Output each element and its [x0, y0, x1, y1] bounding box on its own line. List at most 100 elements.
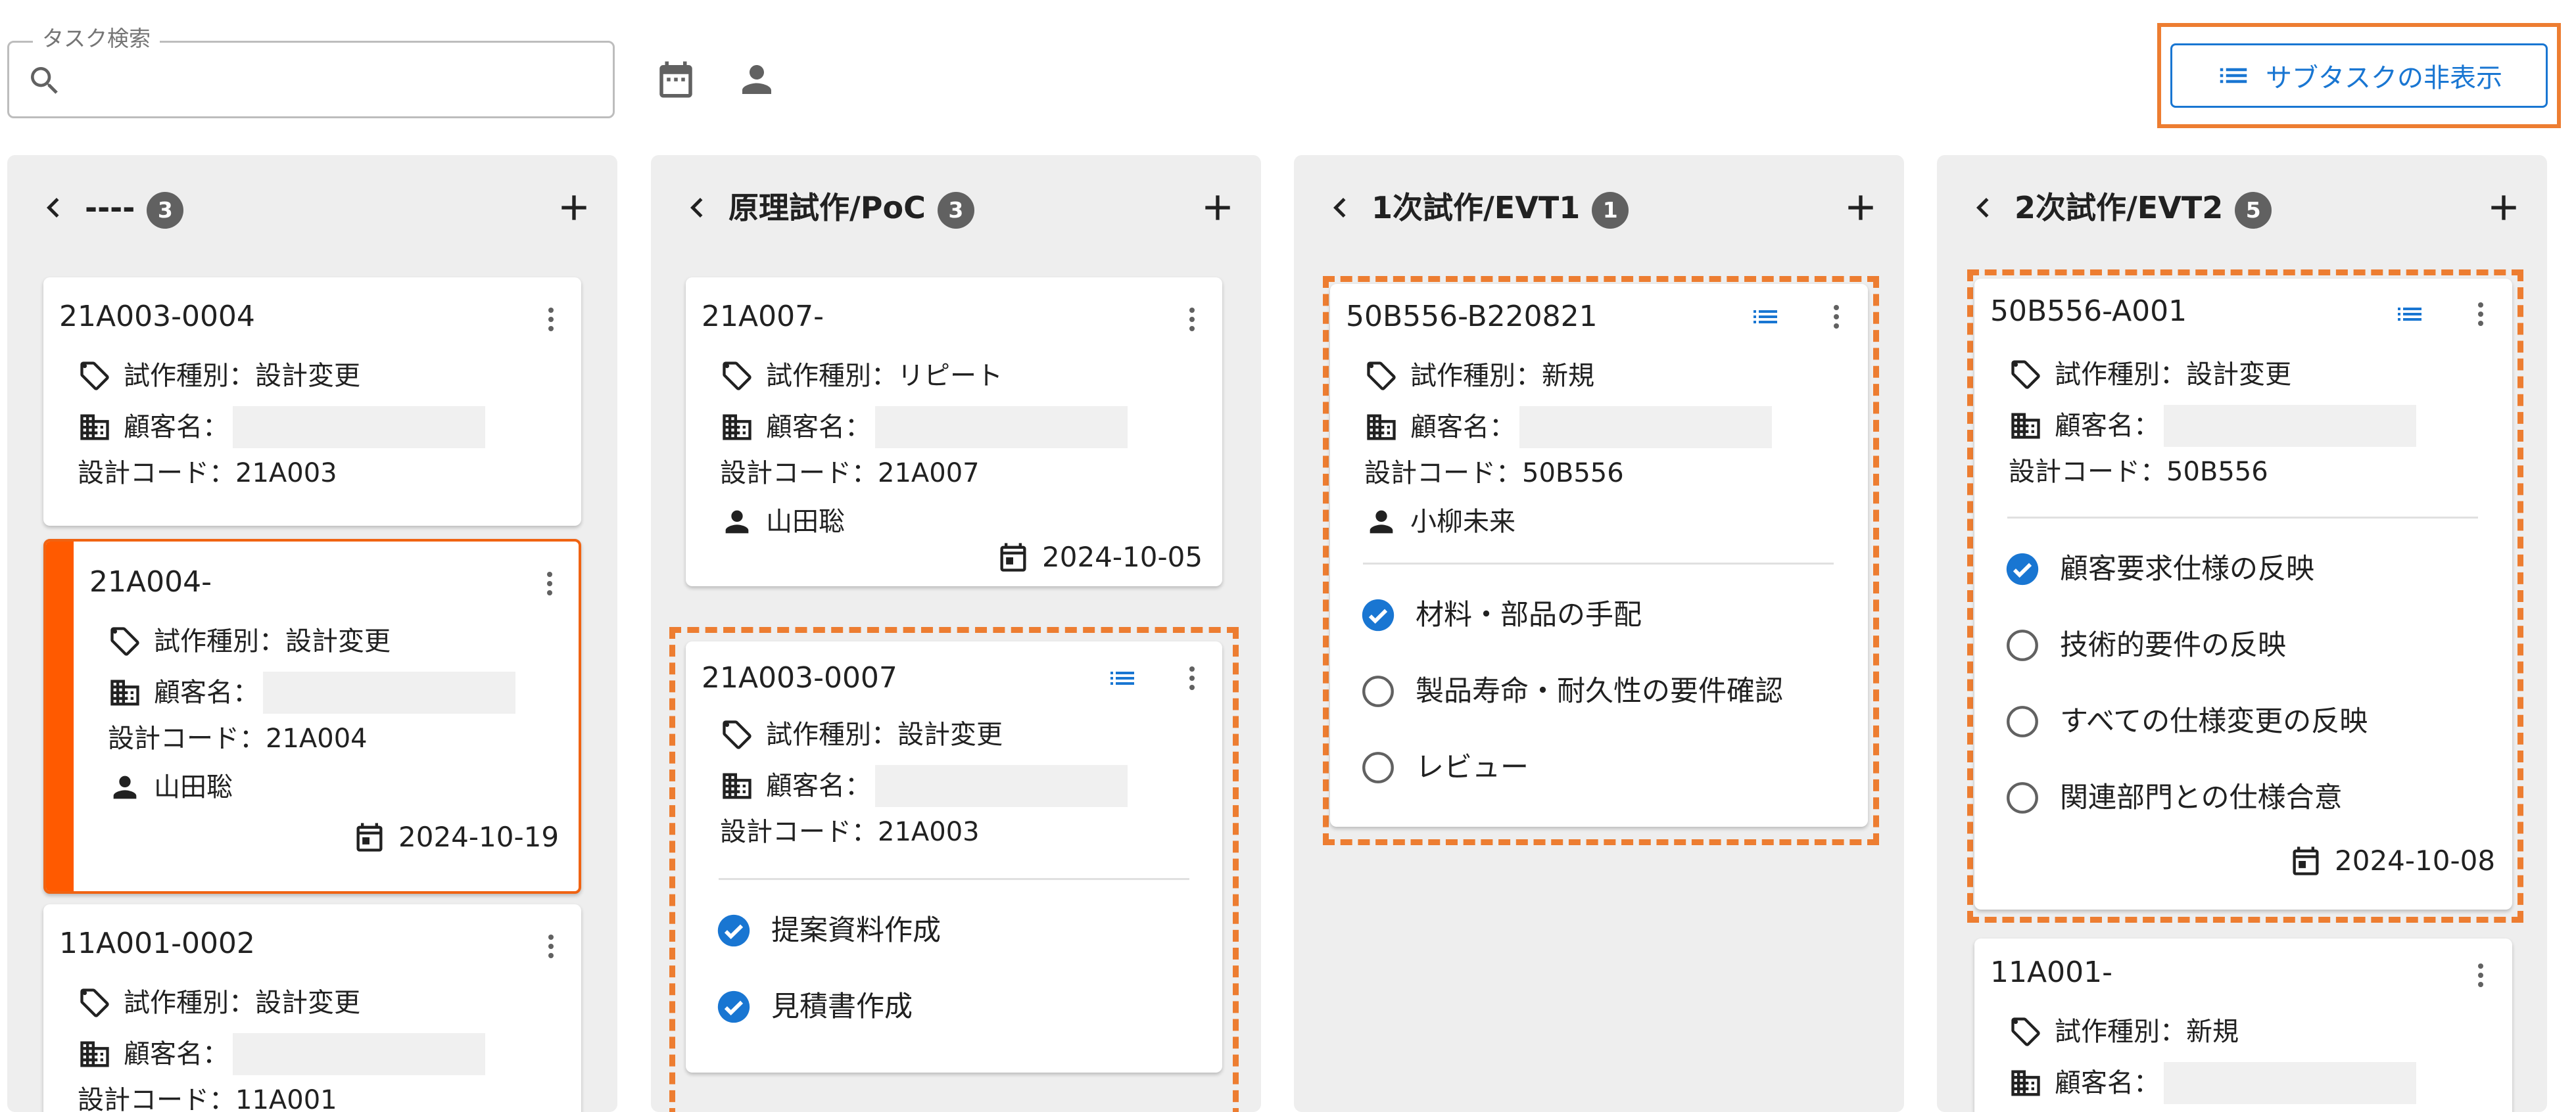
redacted-customer — [2164, 1062, 2416, 1104]
building-icon — [2009, 409, 2043, 443]
more-menu-icon[interactable] — [1176, 304, 1208, 335]
card-type: 試作種別：設計変更 — [124, 988, 360, 1018]
collapse-column-icon[interactable] — [1320, 188, 1360, 227]
subtask-label: 技術的要件の反映 — [2060, 629, 2286, 662]
add-task-icon[interactable] — [2483, 187, 2525, 229]
more-menu-icon[interactable] — [2465, 298, 2496, 330]
more-menu-icon[interactable] — [534, 568, 565, 599]
more-menu-icon[interactable] — [1821, 301, 1852, 333]
card-customer-label: 顧客名： — [124, 412, 229, 442]
calendar-icon[interactable] — [654, 58, 698, 101]
subtask-label: 見積書作成 — [771, 990, 913, 1023]
collapse-column-icon[interactable] — [34, 188, 73, 227]
redacted-customer — [1519, 406, 1772, 448]
task-card[interactable]: 50B556-A001 試作種別：設計変更 顧客名： 設計コード：50B556 … — [1974, 279, 2512, 910]
redacted-customer — [2164, 405, 2416, 447]
hide-subtasks-button[interactable]: サブタスクの非表示 — [2170, 43, 2548, 108]
unchecked-icon[interactable] — [1359, 749, 1397, 787]
card-id: 50B556-B220821 — [1346, 300, 1598, 333]
card-customer-label: 顧客名： — [2055, 411, 2160, 441]
building-icon — [720, 769, 754, 803]
building-icon — [108, 676, 142, 710]
subtask-item[interactable]: 関連部門との仕様合意 — [2003, 778, 2343, 818]
subtask-label: 材料・部品の手配 — [1416, 599, 1642, 632]
collapse-column-icon[interactable] — [677, 188, 717, 227]
task-card[interactable]: 50B556-B220821 試作種別：新規 顧客名： 設計コード：50B556… — [1330, 284, 1868, 827]
subtask-list-icon[interactable] — [1107, 662, 1138, 694]
column-count-badge: 3 — [937, 191, 974, 229]
subtask-list-icon[interactable] — [2394, 298, 2425, 330]
toolbar: タスク検索 サブタスクの非表示 — [0, 0, 2576, 141]
card-type: 試作種別：新規 — [2055, 1017, 2239, 1047]
card-assignee: 山田聡 — [154, 772, 233, 802]
subtask-list-icon[interactable] — [1750, 301, 1781, 333]
checked-icon[interactable] — [2003, 550, 2041, 588]
subtask-item[interactable]: 見積書作成 — [715, 987, 913, 1027]
search-label: タスク検索 — [33, 24, 160, 53]
add-task-icon[interactable] — [1197, 187, 1239, 229]
unchecked-icon[interactable] — [1359, 672, 1397, 710]
card-type: 試作種別：新規 — [1410, 361, 1594, 391]
unchecked-icon[interactable] — [2003, 779, 2041, 817]
card-id: 21A003-0004 — [59, 300, 255, 333]
card-code: 設計コード：50B556 — [2009, 457, 2268, 487]
subtask-item[interactable]: レビュー — [1359, 748, 1529, 787]
column-poc: 原理試作/PoC 3 21A007- 試作種別：リピート 顧客名： 設計コード：2… — [651, 155, 1261, 1112]
column-evt2: 2次試作/EVT2 5 50B556-A001 試作種別：設計変更 顧客名： 設計… — [1937, 155, 2547, 1112]
divider — [2007, 517, 2478, 519]
subtask-item[interactable]: 技術的要件の反映 — [2003, 626, 2286, 665]
task-card-selected[interactable]: 21A004- 試作種別：設計変更 顧客名： 設計コード：21A004 山田聡 … — [43, 539, 581, 894]
task-card[interactable]: 11A001- 試作種別：新規 顧客名： — [1974, 938, 2512, 1112]
card-due-date: 2024-10-08 — [2335, 845, 2496, 877]
card-id: 11A001- — [1990, 956, 2112, 989]
person-icon[interactable] — [735, 58, 778, 101]
building-icon — [78, 1037, 112, 1071]
card-type: 試作種別：設計変更 — [124, 361, 360, 391]
tag-icon — [2009, 358, 2043, 392]
checked-icon[interactable] — [715, 912, 753, 950]
person-icon — [720, 505, 754, 539]
search-icon — [31, 67, 58, 94]
card-type: 試作種別：設計変更 — [2055, 359, 2291, 390]
subtask-item[interactable]: すべての仕様変更の反映 — [2003, 702, 2368, 741]
more-menu-icon[interactable] — [1176, 662, 1208, 694]
column-unassigned: ---- 3 21A003-0004 試作種別：設計変更 顧客名： 設計コード：2… — [7, 155, 617, 1112]
add-task-icon[interactable] — [553, 187, 595, 229]
more-menu-icon[interactable] — [535, 931, 567, 962]
card-id: 50B556-A001 — [1990, 294, 2187, 328]
calendar-icon — [2289, 844, 2323, 878]
task-card[interactable]: 21A007- 試作種別：リピート 顧客名： 設計コード：21A007 山田聡 … — [686, 277, 1222, 586]
subtask-item[interactable]: 材料・部品の手配 — [1359, 595, 1642, 635]
checked-icon[interactable] — [1359, 596, 1397, 634]
checked-icon[interactable] — [715, 988, 753, 1026]
card-assignee: 山田聡 — [766, 507, 845, 537]
collapse-column-icon[interactable] — [1963, 188, 2003, 227]
subtask-item[interactable]: 提案資料作成 — [715, 911, 941, 950]
column-header: 原理試作/PoC 3 — [651, 181, 1261, 234]
calendar-icon — [996, 540, 1030, 574]
more-menu-icon[interactable] — [535, 304, 567, 335]
subtask-item[interactable]: 製品寿命・耐久性の要件確認 — [1359, 672, 1783, 711]
more-menu-icon[interactable] — [2465, 960, 2496, 991]
redacted-customer — [233, 1033, 485, 1075]
task-card[interactable]: 21A003-0004 試作種別：設計変更 顧客名： 設計コード：21A003 — [43, 277, 581, 526]
card-code: 設計コード：21A004 — [108, 724, 368, 754]
task-search-field[interactable]: タスク検索 — [7, 24, 615, 118]
card-type: 試作種別：リピート — [766, 361, 1003, 391]
task-card[interactable]: 21A003-0007 試作種別：設計変更 顧客名： 設計コード：21A003 … — [686, 641, 1222, 1073]
list-icon — [2216, 58, 2251, 93]
redacted-customer — [263, 672, 515, 714]
card-customer-label: 顧客名： — [766, 412, 871, 442]
calendar-icon — [352, 820, 387, 854]
card-code: 設計コード：21A003 — [720, 817, 980, 847]
subtask-toggle-highlight: サブタスクの非表示 — [2157, 23, 2561, 128]
task-card[interactable]: 11A001-0002 試作種別：設計変更 顧客名： 設計コード：11A001 — [43, 904, 581, 1112]
add-task-icon[interactable] — [1840, 187, 1882, 229]
subtask-label: レビュー — [1416, 751, 1529, 784]
subtask-item[interactable]: 顧客要求仕様の反映 — [2003, 549, 2314, 589]
card-customer-label: 顧客名： — [766, 771, 871, 801]
unchecked-icon[interactable] — [2003, 626, 2041, 664]
search-input[interactable] — [75, 57, 597, 104]
unchecked-icon[interactable] — [2003, 703, 2041, 741]
tag-icon — [78, 359, 112, 393]
